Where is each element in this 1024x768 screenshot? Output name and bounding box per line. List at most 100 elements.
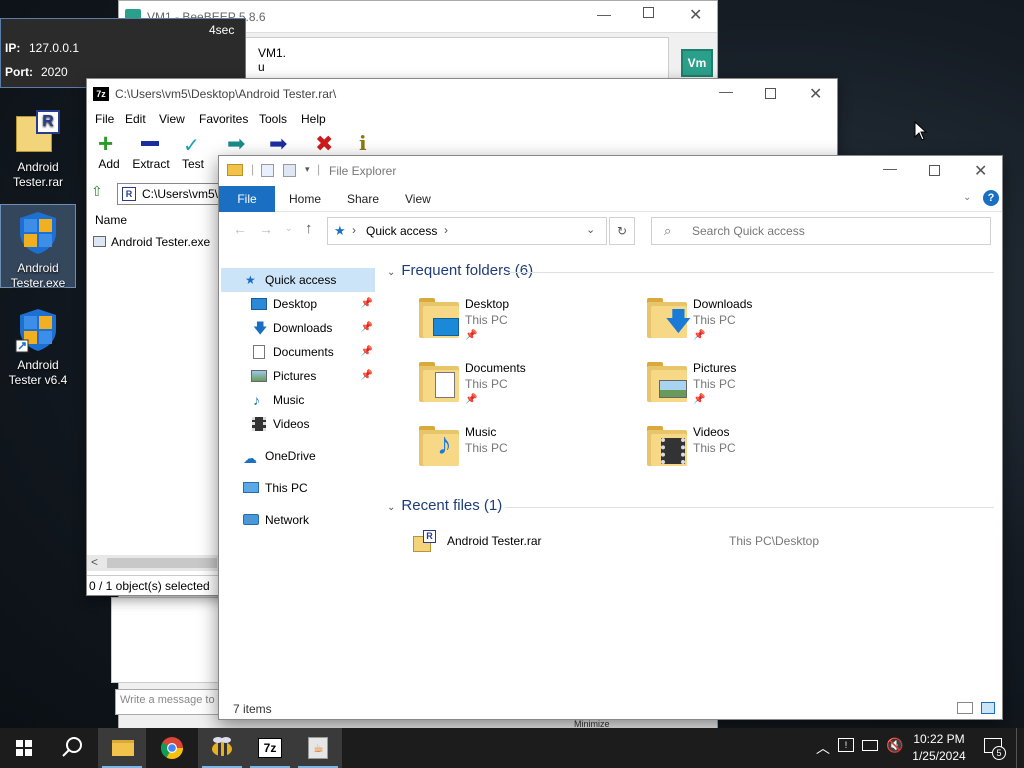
add-button[interactable]: + Add — [87, 130, 131, 171]
search-button[interactable] — [48, 728, 96, 768]
maximize-icon[interactable] — [929, 165, 940, 176]
timer-text: 4sec — [209, 23, 235, 37]
back-icon[interactable]: ← — [233, 221, 247, 237]
minimize-icon[interactable]: — — [883, 160, 897, 176]
maximize-icon[interactable] — [765, 88, 776, 99]
scroll-thumb[interactable] — [107, 558, 217, 568]
sidebar-item-network[interactable]: Network — [243, 508, 373, 532]
search-input[interactable]: ⌕ Search Quick access — [651, 217, 991, 245]
taskbar-java[interactable]: ☕ — [294, 728, 342, 768]
icon-label: Tester.rar — [12, 175, 63, 189]
breadcrumb-quick-access[interactable]: Quick access — [366, 224, 437, 238]
sidebar-item-pictures[interactable]: Pictures 📌 — [251, 364, 373, 388]
sevenzip-titlebar[interactable]: 7z C:\Users\vm5\Desktop\Android Tester.r… — [87, 79, 837, 109]
desktop-icon-android-tester-exe[interactable]: Android Tester.exe — [0, 204, 76, 290]
menu-file[interactable]: File — [95, 112, 114, 126]
network-status-icon[interactable] — [862, 740, 878, 751]
menu-edit[interactable]: Edit — [125, 112, 146, 126]
frequent-folders-header[interactable]: ⌄ Frequent folders (6) — [387, 262, 533, 279]
tray-app-icon[interactable]: ! — [838, 738, 854, 752]
menu-view[interactable]: View — [159, 112, 185, 126]
refresh-button[interactable]: ↻ — [609, 217, 635, 245]
close-icon[interactable]: ✕ — [689, 5, 702, 25]
message-input[interactable]: Write a message to V — [115, 689, 221, 715]
notification-center-button[interactable]: 5 — [982, 736, 1006, 760]
file-row[interactable]: Android Tester.exe — [93, 235, 223, 251]
folder-tile-desktop[interactable]: Desktop This PC 📌 — [415, 296, 635, 346]
folder-tile-documents[interactable]: Documents This PC 📌 — [415, 360, 635, 410]
sidebar-item-videos[interactable]: Videos — [251, 412, 373, 436]
sidebar-item-downloads[interactable]: 🡇 Downloads 📌 — [251, 316, 373, 340]
sevenzip-path-field[interactable]: R C:\Users\vm5\ — [117, 183, 227, 205]
sidebar-item-desktop[interactable]: Desktop 📌 — [251, 292, 373, 316]
start-button[interactable] — [0, 728, 48, 768]
taskbar-beebeep[interactable] — [198, 728, 246, 768]
details-view-icon[interactable] — [957, 702, 973, 714]
large-icons-view-icon[interactable] — [981, 702, 995, 714]
address-dropdown-icon[interactable]: ⌄ — [586, 223, 595, 236]
address-bar[interactable]: ★ › Quick access › ⌄ — [327, 217, 607, 245]
folder-tile-pictures[interactable]: Pictures This PC 📌 — [643, 360, 863, 410]
recent-files-header[interactable]: ⌄ Recent files (1) — [387, 497, 502, 514]
extract-button[interactable]: Extract — [129, 133, 173, 171]
folder-tile-downloads[interactable]: 🡇 Downloads This PC 📌 — [643, 296, 863, 346]
maximize-icon[interactable] — [643, 7, 654, 18]
copy-button[interactable]: ➡ — [215, 131, 259, 157]
taskbar-chrome[interactable] — [148, 728, 196, 768]
sidebar-item-documents[interactable]: Documents 📌 — [251, 340, 373, 364]
beebeep-chat-area — [111, 597, 221, 683]
sidebar-item-this-pc[interactable]: This PC — [243, 476, 373, 500]
folder-tile-videos[interactable]: Videos This PC — [643, 424, 863, 474]
beebeep-avatar[interactable]: Vm — [681, 49, 713, 77]
tab-view[interactable]: View — [405, 186, 431, 212]
close-icon[interactable]: ✕ — [809, 84, 822, 104]
file-explorer-window[interactable]: | ▾ | File Explorer — ✕ File Home Share … — [218, 155, 1003, 720]
close-icon[interactable]: ✕ — [974, 161, 987, 181]
taskbar-file-explorer[interactable] — [98, 728, 146, 768]
move-button[interactable]: ➡ — [257, 131, 301, 157]
file-name: Android Tester.exe — [111, 235, 211, 249]
ribbon-tabs: File Home Share View ⌄ ? — [219, 186, 1002, 212]
sidebar-item-music[interactable]: ♪ Music — [251, 388, 373, 412]
clock-time: 10:22 PM — [913, 732, 965, 746]
menu-favorites[interactable]: Favorites — [199, 112, 248, 126]
menu-tools[interactable]: Tools — [259, 112, 287, 126]
documents-folder-icon — [419, 362, 463, 402]
mouse-cursor-icon — [914, 121, 928, 141]
horizontal-scrollbar[interactable]: < — [87, 555, 219, 571]
desktop-icon-android-tester-v64[interactable]: Android Tester v6.4 — [0, 302, 76, 388]
quick-access-toolbar-dropdown-icon[interactable]: ▾ — [305, 164, 310, 175]
tab-home[interactable]: Home — [289, 186, 321, 212]
explorer-titlebar[interactable]: | ▾ | File Explorer — ✕ — [219, 156, 1002, 186]
desktop-icon-android-tester-rar[interactable]: R Android Tester.rar — [0, 104, 76, 190]
test-button[interactable]: ✓ Test — [171, 133, 215, 171]
up-icon[interactable]: ↑ — [305, 220, 313, 237]
new-folder-icon[interactable] — [283, 164, 296, 177]
info-button[interactable]: i — [343, 131, 387, 157]
help-icon[interactable]: ? — [983, 190, 999, 206]
folder-tile-music[interactable]: ♪ Music This PC — [415, 424, 635, 474]
taskbar-7zip[interactable]: 7z — [246, 728, 294, 768]
folder-up-icon[interactable]: ⇧ — [91, 183, 111, 201]
clock[interactable]: 10:22 PM 1/25/2024 — [906, 731, 972, 765]
delete-button[interactable]: ✖ — [301, 131, 345, 157]
tab-share[interactable]: Share — [347, 186, 379, 212]
minimize-icon[interactable]: — — [719, 83, 733, 99]
sidebar-item-onedrive[interactable]: ☁ OneDrive — [243, 444, 373, 468]
show-desktop-button[interactable] — [1016, 728, 1024, 768]
sidebar-item-quick-access[interactable]: ★ Quick access — [221, 268, 375, 292]
properties-icon[interactable] — [261, 164, 274, 177]
recent-locations-icon[interactable]: ⌄ — [285, 223, 293, 234]
volume-muted-icon[interactable]: 🔇 — [886, 737, 903, 754]
ribbon-expand-icon[interactable]: ⌄ — [963, 192, 971, 203]
minimize-icon[interactable]: — — [597, 6, 611, 22]
scroll-left-icon[interactable]: < — [91, 555, 98, 569]
sevenzip-status: 0 / 1 object(s) selected — [87, 575, 219, 595]
recent-file-row[interactable]: R Android Tester.rar This PC\Desktop — [411, 530, 991, 552]
breadcrumb-separator-icon[interactable]: › — [444, 223, 448, 237]
tray-overflow-icon[interactable]: ︿ — [816, 738, 830, 758]
tab-file[interactable]: File — [219, 186, 275, 212]
forward-icon[interactable]: → — [259, 221, 273, 237]
menu-help[interactable]: Help — [301, 112, 326, 126]
column-header-name[interactable]: Name — [95, 213, 127, 227]
